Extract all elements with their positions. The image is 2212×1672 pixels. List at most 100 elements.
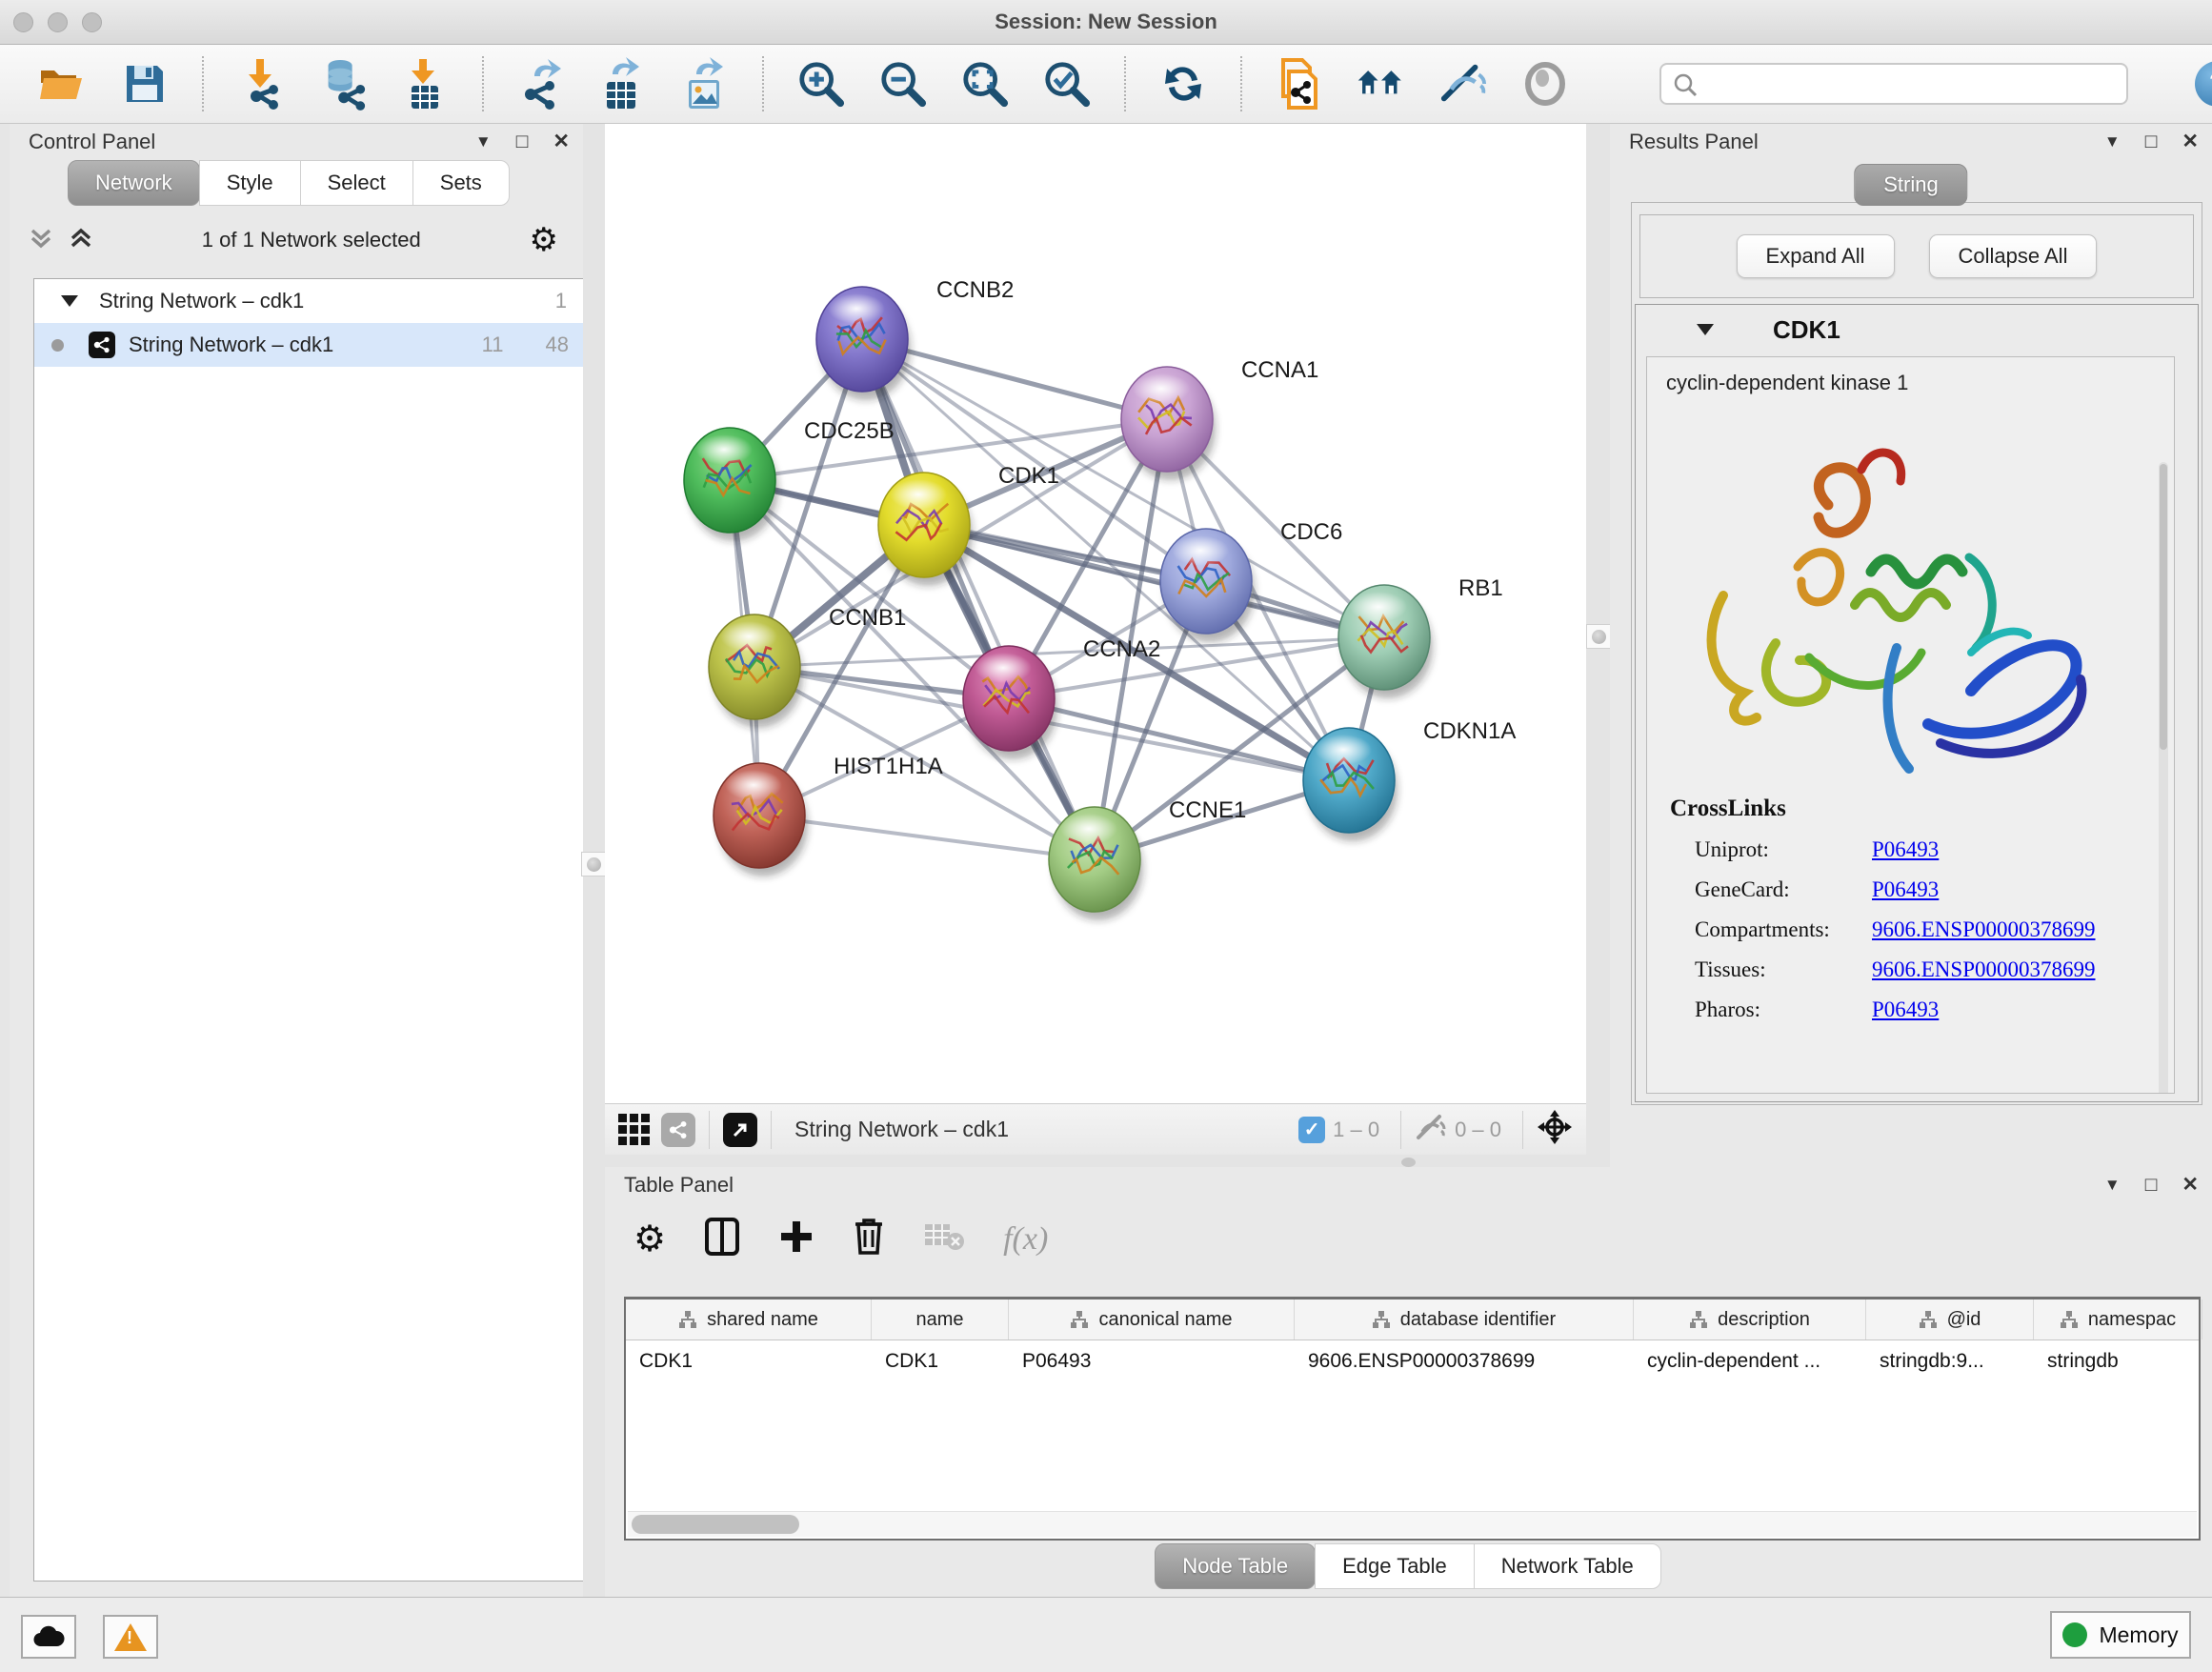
crosslink-link[interactable]: P06493 — [1872, 837, 1939, 862]
expand-all-button[interactable]: Expand All — [1737, 234, 1895, 278]
node-gloss-highlight — [1133, 373, 1190, 404]
hide-selected-icon[interactable] — [1438, 57, 1488, 111]
entry-gene-name: CDK1 — [1773, 315, 1840, 345]
crosslink-link[interactable]: P06493 — [1872, 877, 1939, 902]
column-header[interactable]: canonical name — [1009, 1299, 1295, 1340]
collapse-all-networks-icon[interactable] — [29, 225, 53, 256]
maximize-panel-icon[interactable]: □ — [516, 130, 529, 154]
table-cell[interactable]: stringdb — [2034, 1340, 2202, 1382]
network-options-gear-icon[interactable]: ⚙ — [530, 221, 558, 259]
network-collection-row[interactable]: String Network – cdk1 1 — [34, 279, 590, 323]
result-entry: CDK1 cyclin-dependent kinase 1 — [1635, 304, 2199, 1102]
delete-table-icon — [923, 1220, 965, 1258]
tab-style[interactable]: Style — [199, 160, 301, 206]
node-gloss-highlight — [1060, 814, 1117, 844]
table-options-gear-icon[interactable]: ⚙ — [633, 1218, 666, 1260]
right-splitter-handle[interactable] — [1586, 624, 1611, 649]
results-scrollbar[interactable] — [2159, 462, 2168, 1094]
cloud-status-icon[interactable] — [21, 1615, 76, 1659]
delete-column-icon[interactable] — [853, 1217, 885, 1261]
zoom-selected-icon[interactable] — [1042, 57, 1092, 111]
collection-collapse-icon[interactable] — [61, 295, 78, 307]
column-header[interactable]: name — [872, 1299, 1009, 1340]
node-gloss-highlight — [975, 653, 1032, 683]
import-table-icon[interactable] — [400, 57, 450, 111]
tab-network-table[interactable]: Network Table — [1474, 1543, 1661, 1589]
import-network-file-icon[interactable] — [236, 57, 286, 111]
show-all-views-icon[interactable] — [1357, 57, 1406, 111]
float-panel-icon[interactable]: ▼ — [2104, 1173, 2121, 1198]
show-columns-icon[interactable] — [704, 1217, 740, 1261]
maximize-panel-icon[interactable]: □ — [2145, 1173, 2158, 1198]
selected-nodes-checkbox-icon[interactable]: ✓ — [1298, 1117, 1325, 1143]
float-panel-icon[interactable]: ▼ — [2104, 130, 2121, 154]
current-network-name: String Network – cdk1 — [794, 1117, 1009, 1142]
add-column-icon[interactable] — [778, 1219, 814, 1259]
refresh-icon[interactable] — [1158, 57, 1208, 111]
zoom-in-icon[interactable] — [796, 57, 846, 111]
hidden-eye-icon[interactable] — [1415, 1113, 1447, 1146]
export-image-icon[interactable] — [680, 57, 730, 111]
maximize-panel-icon[interactable]: □ — [2145, 130, 2158, 154]
collection-count: 1 — [555, 289, 567, 313]
tab-sets[interactable]: Sets — [412, 160, 510, 206]
table-cell[interactable]: CDK1 — [872, 1340, 1009, 1382]
toolbar-separator — [762, 56, 764, 111]
entry-collapse-icon[interactable] — [1697, 324, 1714, 335]
float-panel-icon[interactable]: ▼ — [475, 130, 492, 154]
crosslink-link[interactable]: 9606.ENSP00000378699 — [1872, 917, 2096, 942]
node-label-HIST1H1A: HIST1H1A — [834, 754, 943, 779]
export-network-icon[interactable] — [516, 57, 566, 111]
show-selected-icon[interactable] — [1520, 57, 1570, 111]
table-cell[interactable]: P06493 — [1009, 1340, 1295, 1382]
column-header[interactable]: database identifier — [1295, 1299, 1634, 1340]
tab-node-table[interactable]: Node Table — [1155, 1543, 1316, 1589]
pan-crosshair-icon[interactable] — [1537, 1109, 1573, 1150]
column-header[interactable]: description — [1634, 1299, 1866, 1340]
import-network-database-icon[interactable] — [318, 57, 368, 111]
protein-structure-image — [1685, 414, 2123, 786]
search-box — [1659, 63, 2128, 105]
network-row[interactable]: String Network – cdk1 11 48 — [34, 323, 590, 367]
tab-network[interactable]: Network — [68, 160, 200, 206]
view-indicator-dot — [51, 339, 64, 352]
open-in-browser-icon[interactable] — [723, 1113, 757, 1147]
expand-all-networks-icon[interactable] — [69, 225, 93, 256]
crosslink-link[interactable]: 9606.ENSP00000378699 — [1872, 957, 2096, 982]
tab-edge-table[interactable]: Edge Table — [1315, 1543, 1475, 1589]
tab-select[interactable]: Select — [300, 160, 413, 206]
search-input[interactable] — [1659, 63, 2128, 105]
table-cell[interactable]: CDK1 — [626, 1340, 872, 1382]
network-column-icon — [1689, 1310, 1708, 1329]
column-header[interactable]: namespac — [2034, 1299, 2202, 1340]
left-splitter-handle[interactable] — [581, 852, 606, 876]
tab-string[interactable]: String — [1854, 164, 1967, 206]
open-session-icon[interactable] — [38, 57, 88, 111]
column-header[interactable]: @id — [1866, 1299, 2034, 1340]
birds-eye-view-icon[interactable] — [618, 1114, 650, 1145]
column-header[interactable]: shared name — [626, 1299, 872, 1340]
node-gloss-highlight — [890, 479, 947, 510]
string-view-icon[interactable] — [661, 1113, 695, 1147]
table-cell[interactable]: cyclin-dependent ... — [1634, 1340, 1866, 1382]
export-table-icon[interactable] — [598, 57, 648, 111]
warning-status-icon[interactable] — [103, 1615, 158, 1659]
table-cell[interactable]: 9606.ENSP00000378699 — [1295, 1340, 1634, 1382]
save-session-icon[interactable] — [120, 57, 170, 111]
table-horizontal-scrollbar[interactable] — [628, 1511, 2197, 1537]
zoom-out-icon[interactable] — [878, 57, 928, 111]
table-cell[interactable]: stringdb:9... — [1866, 1340, 2034, 1382]
table-row[interactable]: CDK1CDK1P064939606.ENSP00000378699cyclin… — [626, 1340, 2199, 1382]
network-edge-HIST1H1A-CCNE1[interactable] — [759, 816, 1095, 859]
network-canvas[interactable]: CCNB2CCNA1CDC25BCDK1CDC6RB1CCNB1CCNA2CDK… — [605, 124, 1586, 1103]
close-panel-icon[interactable]: ✕ — [2182, 1173, 2199, 1198]
crosslink-link[interactable]: P06493 — [1872, 997, 1939, 1022]
help-icon[interactable]: ? — [2195, 61, 2212, 107]
zoom-fit-icon[interactable] — [960, 57, 1010, 111]
clone-network-icon[interactable] — [1275, 57, 1324, 111]
memory-button[interactable]: Memory — [2050, 1611, 2191, 1659]
close-panel-icon[interactable]: ✕ — [553, 130, 570, 154]
network-edge-CCNB2-CCNE1[interactable] — [862, 339, 1095, 859]
collapse-all-button[interactable]: Collapse All — [1929, 234, 2098, 278]
close-panel-icon[interactable]: ✕ — [2182, 130, 2199, 154]
